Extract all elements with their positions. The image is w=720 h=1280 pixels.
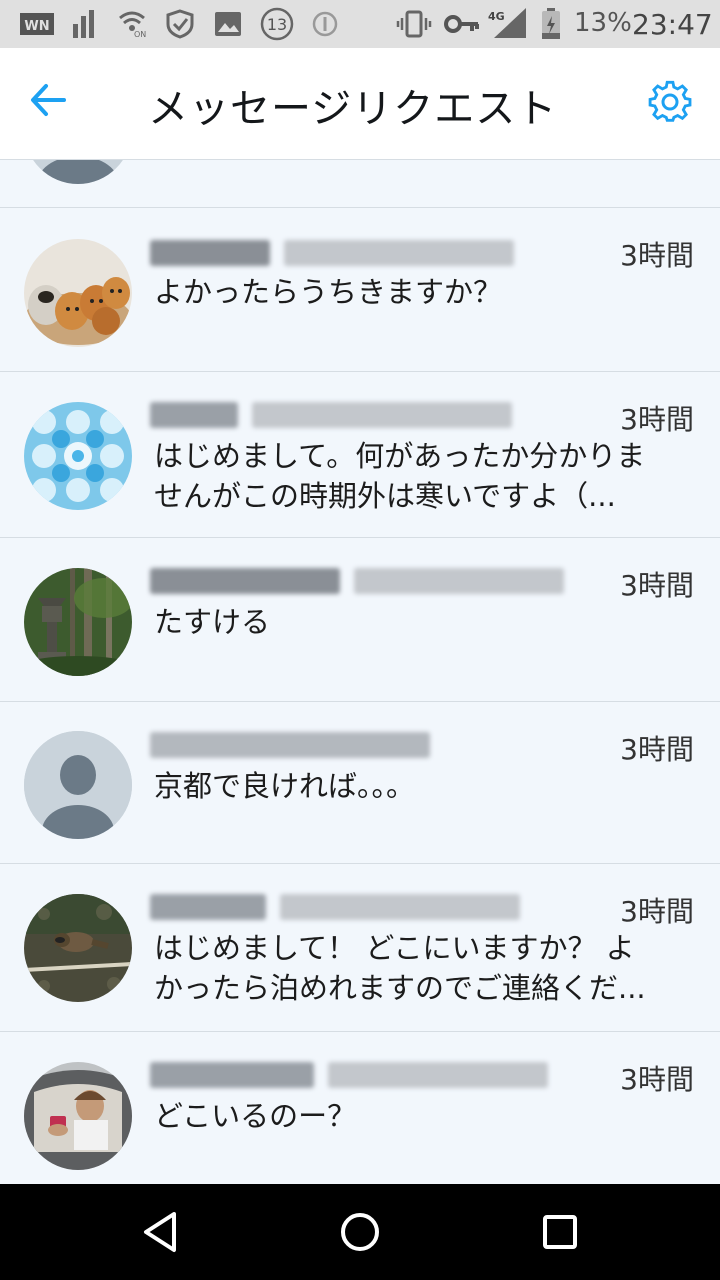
message-preview: はじめまして。何があったか分かりませんがこの時期外は寒いですよ（... [154, 439, 646, 513]
back-triangle-icon[interactable] [136, 1208, 184, 1256]
signal-bars-icon [72, 10, 96, 38]
raccoon-photo [24, 894, 132, 1002]
battery-percent: 13% [574, 8, 632, 38]
list-item[interactable]: 3時間 はじめまして。何があったか分かりませんがこの時期外は寒いですよ（... [0, 372, 720, 538]
circle-icon [312, 10, 338, 38]
garden-lantern-photo [24, 568, 132, 676]
list-item[interactable]: 3時間 京都で良ければ。。。 [0, 702, 720, 864]
request-time: 3時間 [620, 403, 694, 436]
blurred-username [150, 564, 564, 598]
status-time: 23:47 [632, 8, 713, 41]
gear-icon[interactable] [648, 80, 692, 124]
blurred-username [150, 728, 430, 762]
wifi-calling-icon: ON [116, 10, 148, 38]
home-circle-icon[interactable] [336, 1208, 384, 1256]
nav-home-button[interactable] [336, 1208, 384, 1256]
avatar[interactable] [24, 731, 132, 839]
notification-count-icon: 13 [260, 7, 294, 41]
message-preview: はじめまして！ どこにいますか？ よかったら泊めれますのでご連絡くだ... [154, 931, 646, 1005]
kittens-photo [24, 239, 132, 347]
app-header: メッセージリクエスト [0, 48, 720, 160]
avatar[interactable] [24, 239, 132, 347]
request-time: 3時間 [620, 733, 694, 766]
message-preview: たすける [154, 605, 271, 639]
key-icon [444, 10, 480, 38]
blue-pattern [24, 402, 132, 510]
avatar[interactable] [24, 568, 132, 676]
page-title: メッセージリクエスト [148, 86, 558, 132]
navigation-bar [0, 1184, 720, 1280]
back-button[interactable] [28, 80, 84, 128]
message-preview: よかったらうちきますか？ [154, 275, 503, 309]
status-bar: WN ON 13 4G 13% 23:47 [0, 0, 720, 48]
list-item[interactable]: 3時間 よかったらうちきますか？ [0, 208, 720, 372]
list-item[interactable] [0, 160, 720, 208]
svg-text:WN: WN [24, 19, 49, 34]
app-icon: WN [20, 10, 54, 38]
request-time: 3時間 [620, 239, 694, 272]
request-time: 3時間 [620, 1063, 694, 1096]
blurred-username [150, 1058, 548, 1092]
car-selfie-photo [24, 1062, 132, 1170]
shield-icon [164, 9, 196, 39]
image-icon [214, 10, 242, 38]
nav-recents-button[interactable] [536, 1208, 584, 1256]
request-time: 3時間 [620, 569, 694, 602]
list-item[interactable]: 3時間 たすける [0, 538, 720, 702]
cell-signal-icon: 4G [488, 8, 528, 38]
message-preview: 京都で良ければ。。。 [154, 769, 416, 803]
avatar [24, 160, 132, 184]
battery-icon [540, 8, 562, 39]
vibrate-icon [396, 10, 432, 38]
avatar[interactable] [24, 894, 132, 1002]
blurred-username [150, 398, 512, 432]
message-preview: どこいるのー？ [154, 1099, 357, 1133]
settings-button[interactable] [648, 80, 696, 128]
nav-back-button[interactable] [136, 1208, 184, 1256]
svg-text:13: 13 [267, 15, 287, 34]
message-request-list[interactable]: 3時間 よかったらうちきますか？ 3時間 はじめまして。何があったか分かりません… [0, 160, 720, 1184]
blurred-username [150, 890, 520, 924]
avatar[interactable] [24, 1062, 132, 1170]
arrow-left-icon[interactable] [28, 80, 68, 120]
blurred-username [150, 236, 514, 270]
list-item[interactable]: 3時間 どこいるのー？ [0, 1032, 720, 1184]
svg-text:ON: ON [134, 30, 146, 38]
default-profile-icon [24, 731, 132, 839]
svg-text:4G: 4G [488, 10, 505, 23]
list-item[interactable]: 3時間 はじめまして！ どこにいますか？ よかったら泊めれますのでご連絡くだ..… [0, 864, 720, 1032]
request-time: 3時間 [620, 895, 694, 928]
avatar[interactable] [24, 402, 132, 510]
recents-square-icon[interactable] [536, 1208, 584, 1256]
